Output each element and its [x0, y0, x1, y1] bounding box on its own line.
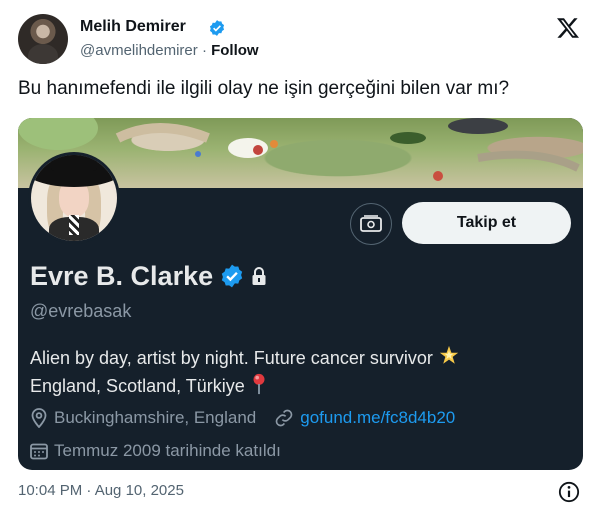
tweet-text: Bu hanımefendi ile ilgili olay ne işin g…: [18, 78, 510, 99]
profile-avatar-image: [31, 155, 117, 241]
profile-name: Evre B. Clarke: [30, 260, 214, 291]
bio-line-1-text: Alien by day, artist by night. Future ca…: [30, 348, 433, 368]
separator-dot: ·: [201, 42, 207, 59]
follow-button[interactable]: Takip et: [402, 202, 571, 244]
calendar-icon: [30, 443, 48, 460]
star-emoji: [439, 345, 459, 364]
bio-line-1: Alien by day, artist by night. Future ca…: [30, 344, 460, 372]
profile-meta-row-2: Temmuz 2009 tarihinde katıldı: [30, 441, 281, 461]
tweet-header: Melih Demirer @avmelihdemirer · Follow: [16, 12, 584, 68]
profile-handle: @evrebasak: [30, 301, 132, 321]
bio-line-2: England, Scotland, Türkiye: [30, 372, 460, 400]
tweet-timestamp[interactable]: 10:04 PM · Aug 10, 2025: [18, 482, 184, 499]
verified-badge-icon: [209, 20, 225, 36]
profile-joined: Temmuz 2009 tarihinde katıldı: [54, 441, 281, 460]
profile-name-row: Evre B. Clarke: [30, 258, 267, 294]
pin-emoji: [253, 373, 265, 395]
profile-meta-row-1: Buckinghamshire, England gofund.me/fc8d4…: [30, 408, 455, 428]
profile-bio: Alien by day, artist by night. Future ca…: [30, 344, 460, 400]
tip-button[interactable]: [350, 203, 392, 245]
profile-avatar[interactable]: [28, 152, 120, 244]
location-icon: [31, 408, 47, 428]
author-handle-line: @avmelihdemirer · Follow: [80, 42, 259, 59]
link-icon: [275, 409, 293, 427]
x-logo-icon[interactable]: [556, 16, 580, 40]
verified-badge-icon: [221, 264, 243, 288]
follow-link[interactable]: Follow: [211, 42, 259, 59]
profile-card[interactable]: Takip et Evre B. Clarke @evrebasak Alien…: [18, 118, 583, 470]
info-icon[interactable]: [558, 481, 580, 503]
profile-link[interactable]: gofund.me/fc8d4b20: [300, 408, 455, 428]
author-avatar[interactable]: [18, 14, 68, 64]
profile-location: Buckinghamshire, England: [54, 408, 257, 427]
money-icon: [360, 215, 382, 232]
bio-line-2-text: England, Scotland, Türkiye: [30, 376, 245, 396]
author-name[interactable]: Melih Demirer: [80, 18, 186, 36]
lock-icon: [252, 267, 266, 285]
author-handle[interactable]: @avmelihdemirer: [80, 42, 198, 59]
